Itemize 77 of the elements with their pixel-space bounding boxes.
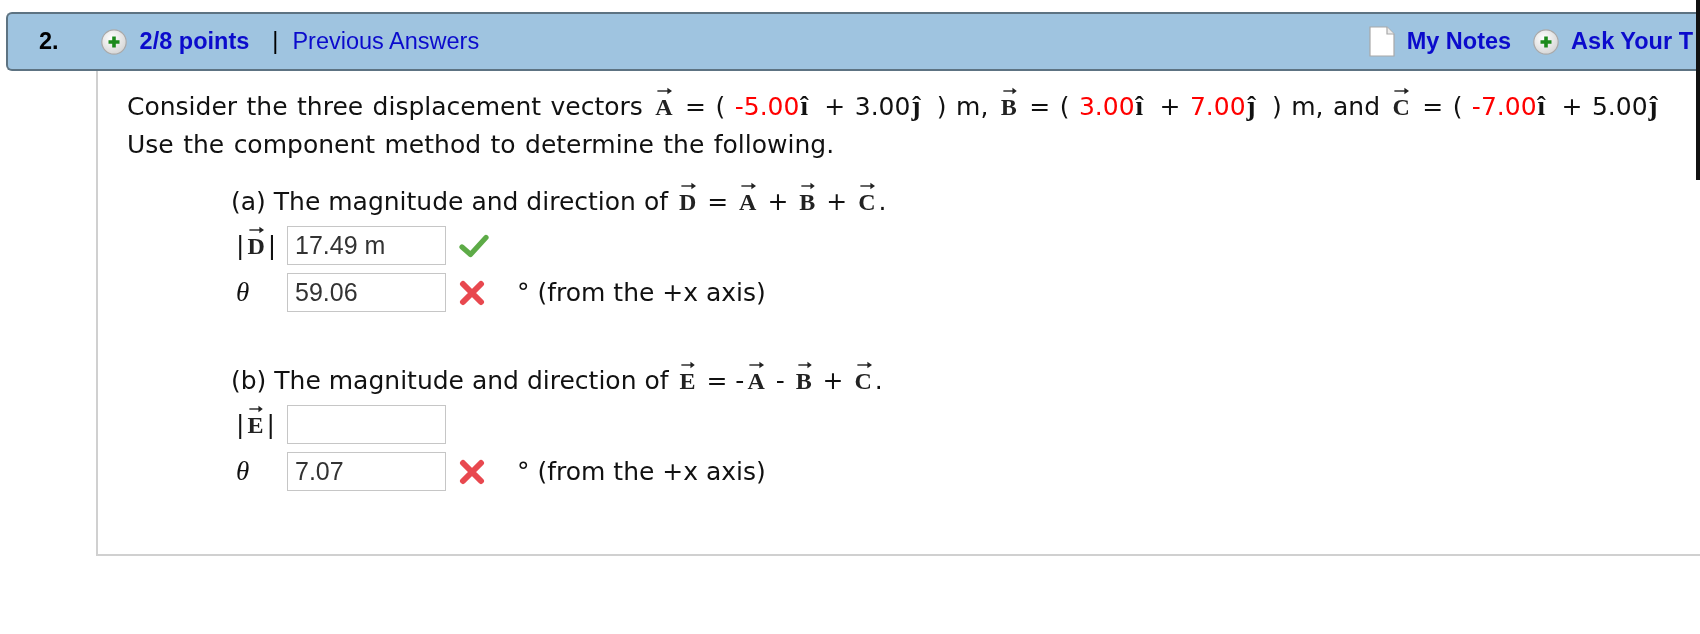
plus-circle-icon[interactable]	[100, 28, 127, 55]
question-text: +	[766, 187, 790, 216]
answer-field[interactable]: 7.07	[287, 452, 446, 491]
unit-vector: î	[1135, 91, 1144, 121]
label-text: |	[236, 230, 245, 260]
question-text: = (	[1421, 92, 1464, 121]
label-text: |	[236, 409, 245, 439]
question-text: (a) The magnitude and direction of	[231, 187, 670, 216]
question-text: ) m,	[935, 92, 990, 121]
question-text: Consider the three displacement vectors	[127, 92, 644, 121]
vector-letter: A	[739, 189, 757, 215]
unit-vector: ĵ	[1246, 91, 1256, 121]
vector-letter: C	[854, 368, 872, 394]
question-text: + 3.00	[823, 92, 911, 121]
vector-arrow-icon	[1002, 87, 1017, 95]
unit-text: ° (from the +x axis)	[517, 278, 766, 307]
question-text: (b) The magnitude and direction of	[231, 366, 670, 395]
question-text: .	[878, 187, 887, 216]
question-text: =	[706, 187, 730, 216]
question-text: = (	[684, 92, 727, 121]
label-text: |	[266, 409, 275, 439]
angle-symbol: θ	[236, 456, 250, 486]
angle-symbol: θ	[236, 277, 250, 307]
vector-arrow-icon	[801, 182, 816, 190]
score-link[interactable]: 2/8 points	[139, 28, 250, 55]
vector-letter: B	[799, 189, 816, 215]
vector-arrow-icon	[749, 361, 765, 369]
label-text: |	[267, 230, 277, 260]
given-value: 3.00	[1078, 92, 1135, 121]
answer-field[interactable]: 59.06	[287, 273, 446, 312]
separator-text: |	[272, 28, 279, 55]
document-icon[interactable]	[1368, 26, 1395, 57]
vector-arrow-icon	[1394, 87, 1410, 95]
vector-arrow-icon	[249, 404, 264, 413]
vector-letter: A	[747, 368, 765, 394]
question-text: .	[874, 366, 883, 395]
question-text: = (	[1028, 92, 1071, 121]
vector-arrow-icon	[797, 361, 812, 369]
vector-letter: D	[678, 189, 697, 215]
vector-arrow-icon	[680, 182, 697, 190]
unit-vector: î	[800, 91, 808, 121]
question-text: +	[821, 366, 845, 395]
vector-arrow-icon	[249, 225, 265, 234]
vector-letter: B	[795, 368, 812, 394]
question-text: ) m, and	[1271, 92, 1382, 121]
vector-arrow-icon	[856, 361, 872, 369]
unit-vector: î	[1537, 91, 1546, 121]
my-notes-link[interactable]: My Notes	[1406, 28, 1512, 55]
question-text: -	[774, 366, 786, 395]
vector-letter: C	[1392, 94, 1410, 120]
vector-arrow-icon	[860, 182, 876, 190]
vector-arrow-icon	[681, 361, 696, 369]
vector-letter: A	[655, 94, 673, 120]
plus-circle-icon[interactable]	[1533, 28, 1560, 55]
vector-letter: C	[858, 189, 876, 215]
answer-field[interactable]	[287, 405, 446, 444]
vector-letter: E	[247, 411, 264, 438]
question-number: 2.	[39, 28, 59, 55]
question-text: +	[1158, 92, 1182, 121]
given-value: -5.00	[734, 92, 800, 121]
given-value: -7.00	[1471, 92, 1537, 121]
vector-arrow-icon	[657, 87, 673, 95]
vector-letter: E	[679, 368, 696, 394]
question-text: +	[825, 187, 849, 216]
question-text: + 5.00	[1560, 92, 1648, 121]
unit-text: ° (from the +x axis)	[517, 457, 766, 486]
previous-answers-link[interactable]: Previous Answers	[292, 28, 480, 55]
vector-letter: B	[1000, 94, 1017, 120]
question-text: Use the component method to determine the following.	[127, 130, 835, 159]
ask-teacher-link[interactable]: Ask Your T	[1571, 28, 1693, 55]
question-text: = -	[705, 366, 745, 395]
vector-arrow-icon	[741, 182, 757, 190]
answer-field[interactable]: 17.49 m	[287, 226, 446, 265]
given-value: 7.00	[1189, 92, 1246, 121]
unit-vector: ĵ	[1648, 91, 1658, 121]
vector-letter: D	[247, 232, 265, 259]
unit-vector: ĵ	[911, 91, 921, 121]
